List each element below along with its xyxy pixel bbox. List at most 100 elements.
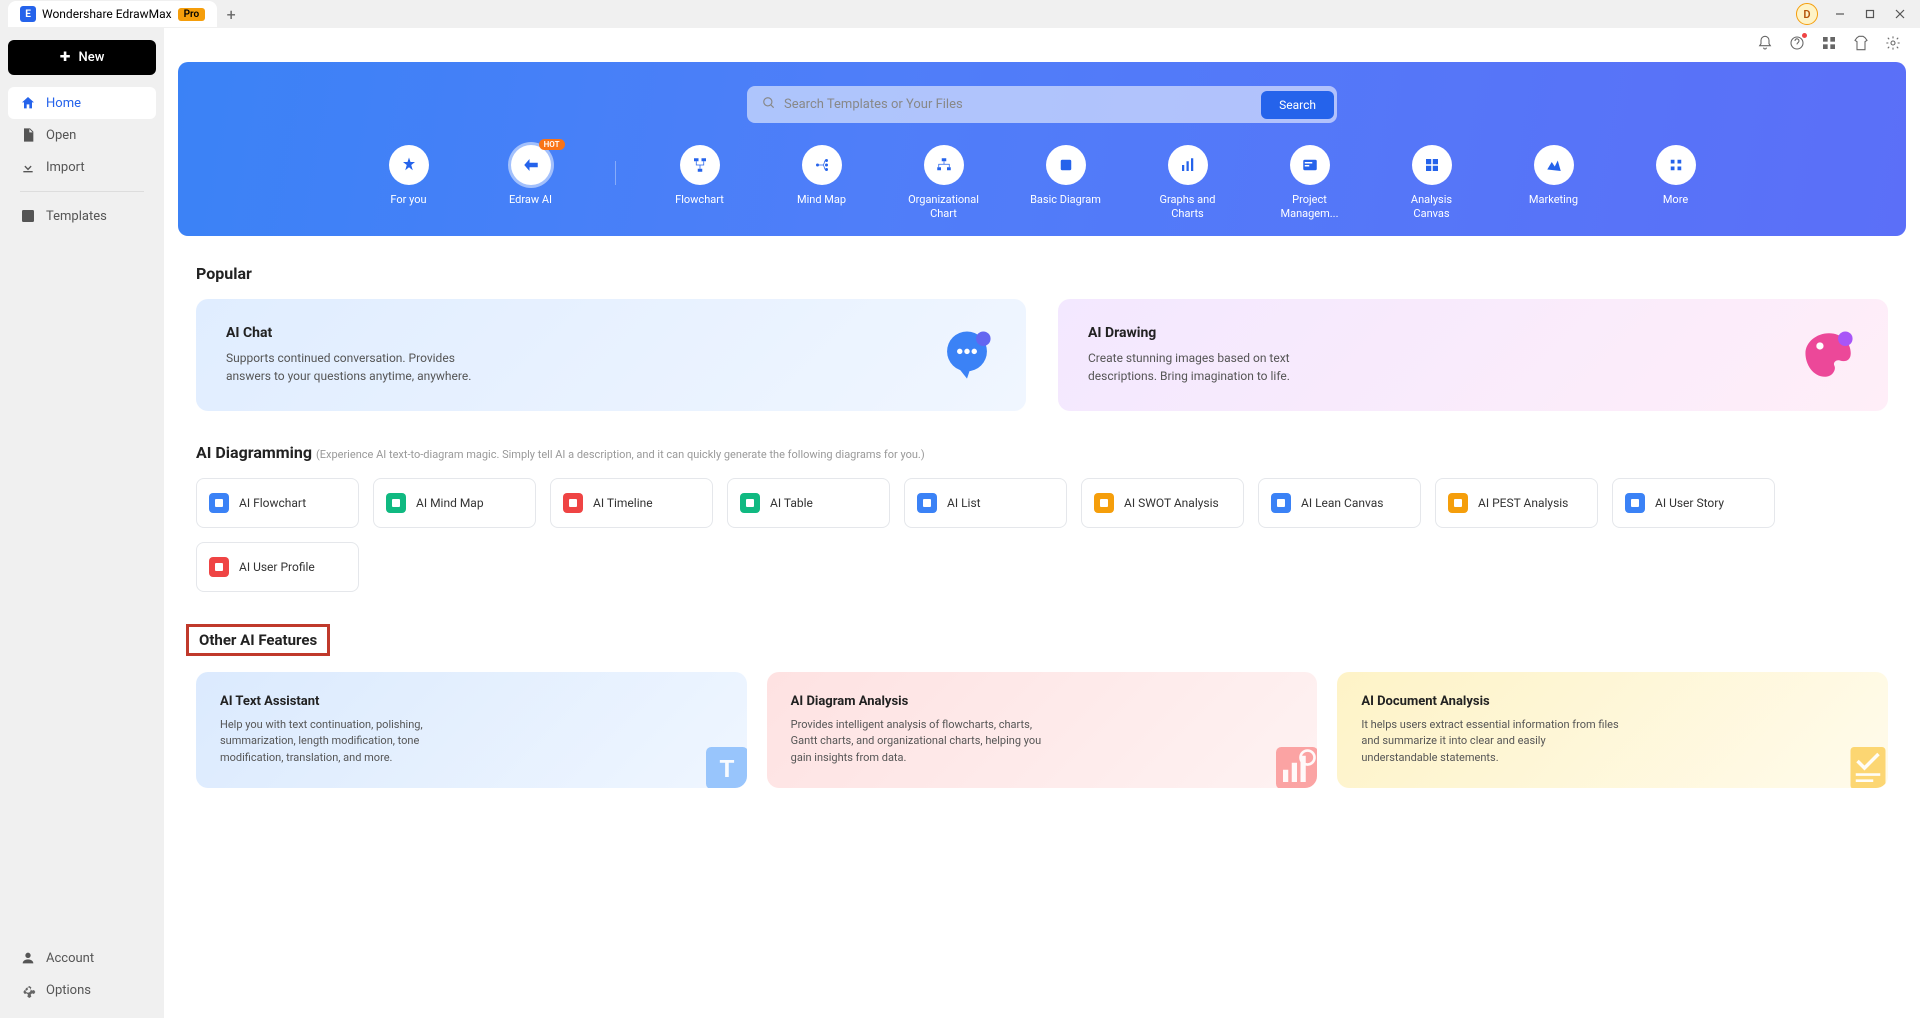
app-tab[interactable]: E Wondershare EdrawMax Pro [8, 1, 217, 27]
cat-mindmap[interactable]: Mind Map [784, 145, 860, 222]
cat-basic[interactable]: Basic Diagram [1028, 145, 1104, 222]
chat-bubble-icon [938, 326, 996, 384]
account-icon [20, 950, 36, 966]
app-name: Wondershare EdrawMax [42, 7, 172, 21]
diag-card-ai-list[interactable]: AI List [904, 478, 1067, 528]
titlebar-right: D [1796, 3, 1920, 25]
cat-for-you[interactable]: For you [371, 145, 447, 222]
search-icon [762, 95, 776, 114]
diag-item-icon [917, 493, 937, 513]
diag-card-ai-pest-analysis[interactable]: AI PEST Analysis [1435, 478, 1598, 528]
cat-orgchart[interactable]: Organizational Chart [906, 145, 982, 222]
diag-card-ai-flowchart[interactable]: AI Flowchart [196, 478, 359, 528]
file-icon [20, 127, 36, 143]
settings-icon[interactable] [1884, 34, 1902, 52]
diag-item-icon [1448, 493, 1468, 513]
cat-marketing[interactable]: Marketing [1516, 145, 1592, 222]
diag-card-ai-user-profile[interactable]: AI User Profile [196, 542, 359, 592]
diag-item-icon [1271, 493, 1291, 513]
cat-flowchart[interactable]: Flowchart [662, 145, 738, 222]
pro-badge: Pro [178, 8, 206, 21]
cat-analysis[interactable]: Analysis Canvas [1394, 145, 1470, 222]
diag-item-label: AI User Story [1655, 496, 1724, 510]
diag-card-ai-user-story[interactable]: AI User Story [1612, 478, 1775, 528]
other-row: AI Text Assistant Help you with text con… [196, 672, 1888, 789]
user-avatar[interactable]: D [1796, 3, 1818, 25]
hero-banner: Search For you HOTEdraw AI Flowchart Min… [178, 62, 1906, 236]
diag-item-icon [209, 493, 229, 513]
content: Popular AI Chat Supports continued conve… [164, 236, 1920, 809]
help-icon[interactable] [1788, 34, 1806, 52]
diag-item-icon [1094, 493, 1114, 513]
main: Search For you HOTEdraw AI Flowchart Min… [164, 28, 1920, 1018]
sidebar-item-import[interactable]: Import [8, 151, 156, 183]
other-card-diagram-analysis[interactable]: AI Diagram Analysis Provides intelligent… [767, 672, 1318, 789]
popular-title: Popular [196, 264, 1888, 283]
diag-item-label: AI Flowchart [239, 496, 306, 510]
diag-item-icon [1625, 493, 1645, 513]
sidebar-item-options[interactable]: Options [8, 974, 156, 1006]
hot-badge: HOT [539, 139, 565, 150]
cat-edraw-ai[interactable]: HOTEdraw AI [493, 145, 569, 222]
sidebar: ✚ New Home Open Import Templates Account [0, 28, 164, 1018]
diag-item-label: AI SWOT Analysis [1124, 496, 1219, 510]
titlebar-left: E Wondershare EdrawMax Pro + [0, 1, 245, 27]
diag-item-label: AI Mind Map [416, 496, 484, 510]
diag-card-ai-table[interactable]: AI Table [727, 478, 890, 528]
bell-icon[interactable] [1756, 34, 1774, 52]
home-icon [20, 95, 36, 111]
minimize-button[interactable] [1832, 6, 1848, 22]
sidebar-item-home[interactable]: Home [8, 87, 156, 119]
gear-icon [20, 982, 36, 998]
palette-icon [1800, 326, 1858, 384]
app-logo-icon: E [20, 6, 36, 22]
diag-card-ai-swot-analysis[interactable]: AI SWOT Analysis [1081, 478, 1244, 528]
diag-item-label: AI List [947, 496, 981, 510]
cat-graphs[interactable]: Graphs and Charts [1150, 145, 1226, 222]
maximize-button[interactable] [1862, 6, 1878, 22]
new-label: New [79, 50, 105, 65]
sidebar-item-templates[interactable]: Templates [8, 200, 156, 232]
sidebar-item-account[interactable]: Account [8, 942, 156, 974]
diag-item-icon [209, 557, 229, 577]
new-button[interactable]: ✚ New [8, 40, 156, 75]
diag-card-ai-timeline[interactable]: AI Timeline [550, 478, 713, 528]
cat-project[interactable]: Project Managem... [1272, 145, 1348, 222]
chart-analysis-icon [1269, 740, 1317, 788]
search-button[interactable]: Search [1261, 91, 1334, 119]
shirt-icon[interactable] [1852, 34, 1870, 52]
ai-diagramming-grid: AI Flowchart AI Mind Map AI Timeline AI Tab… [196, 478, 1888, 592]
text-icon: T [699, 740, 747, 788]
diag-item-icon [740, 493, 760, 513]
cat-separator [615, 161, 616, 185]
search-wrap: Search [178, 86, 1906, 123]
apps-icon[interactable] [1820, 34, 1838, 52]
ai-diagramming-header: AI Diagramming (Experience AI text-to-di… [196, 443, 1888, 462]
popular-card-ai-chat[interactable]: AI Chat Supports continued conversation.… [196, 299, 1026, 411]
other-ai-features-highlight: Other AI Features [186, 624, 330, 656]
divider [20, 191, 144, 192]
other-card-text-assistant[interactable]: AI Text Assistant Help you with text con… [196, 672, 747, 789]
search-box: Search [747, 86, 1337, 123]
new-tab-button[interactable]: + [217, 1, 245, 27]
diag-item-icon [563, 493, 583, 513]
search-input[interactable] [750, 89, 1261, 120]
close-button[interactable] [1892, 6, 1908, 22]
popular-card-ai-drawing[interactable]: AI Drawing Create stunning images based … [1058, 299, 1888, 411]
diag-item-label: AI User Profile [239, 560, 315, 574]
diag-item-icon [386, 493, 406, 513]
diag-item-label: AI Timeline [593, 496, 653, 510]
templates-icon [20, 208, 36, 224]
diag-item-label: AI Table [770, 496, 813, 510]
diag-card-ai-mind-map[interactable]: AI Mind Map [373, 478, 536, 528]
other-card-document-analysis[interactable]: AI Document Analysis It helps users extr… [1337, 672, 1888, 789]
sidebar-item-open[interactable]: Open [8, 119, 156, 151]
cat-more[interactable]: More [1638, 145, 1714, 222]
titlebar: E Wondershare EdrawMax Pro + D [0, 0, 1920, 28]
svg-text:T: T [719, 754, 734, 783]
document-icon [1840, 740, 1888, 788]
diag-card-ai-lean-canvas[interactable]: AI Lean Canvas [1258, 478, 1421, 528]
plus-icon: ✚ [60, 50, 71, 65]
diag-item-label: AI Lean Canvas [1301, 496, 1383, 510]
diag-item-label: AI PEST Analysis [1478, 496, 1568, 510]
